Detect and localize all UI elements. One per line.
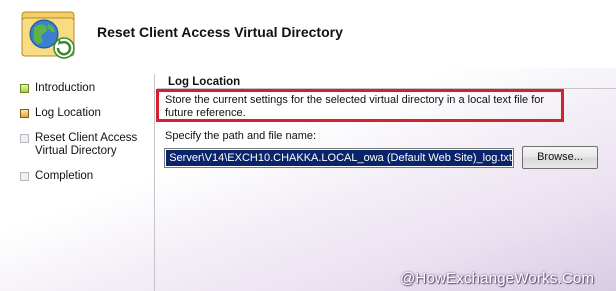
step-label: Completion	[35, 170, 94, 182]
step-pending-icon	[20, 172, 29, 181]
wizard-step-list: Introduction Log Location Reset Client A…	[0, 68, 154, 291]
step-reset-directory[interactable]: Reset Client Access Virtual Directory	[20, 132, 144, 158]
step-label: Log Location	[35, 107, 101, 119]
log-path-input[interactable]: e Server\V14\EXCH10.CHAKKA.LOCAL_owa (De…	[164, 148, 514, 168]
watermark: @HowExchangeWorks.Com	[400, 270, 595, 287]
step-completion[interactable]: Completion	[20, 170, 93, 183]
globe-folder-reset-icon	[21, 11, 75, 59]
step-label: Reset Client Access Virtual Directory	[35, 132, 138, 157]
nav-divider	[154, 74, 155, 291]
section-title: Log Location	[168, 76, 241, 88]
wizard-header: Reset Client Access Virtual Directory	[0, 0, 616, 68]
log-path-value: e Server\V14\EXCH10.CHAKKA.LOCAL_owa (De…	[166, 150, 512, 166]
wizard-title: Reset Client Access Virtual Directory	[97, 24, 343, 40]
step-introduction[interactable]: Introduction	[20, 82, 95, 95]
highlight-annotation	[156, 89, 564, 122]
step-log-location[interactable]: Log Location	[20, 107, 101, 120]
step-complete-icon	[20, 84, 29, 93]
path-label: Specify the path and file name:	[165, 130, 317, 142]
step-label: Introduction	[35, 82, 96, 94]
step-current-icon	[20, 109, 29, 118]
step-pending-icon	[20, 134, 29, 143]
browse-button[interactable]: Browse...	[522, 146, 598, 169]
